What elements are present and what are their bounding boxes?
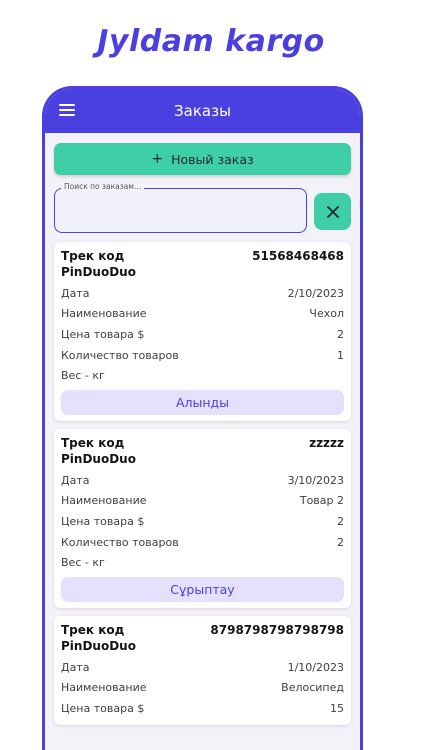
track-code-value: 51568468468 (252, 249, 344, 263)
detail-row: Наименование Товар 2 (61, 491, 344, 512)
search-input[interactable] (55, 189, 306, 232)
platform-name: PinDuoDuo (61, 451, 136, 466)
page-title: Заказы (174, 102, 231, 120)
track-code-label: Трек код (61, 249, 125, 263)
order-details: Дата 2/10/2023 Наименование Чехол Цена товар… (61, 283, 344, 386)
detail-label: Количество товаров (61, 535, 179, 549)
order-status-button[interactable]: Сұрыптау (61, 576, 344, 602)
detail-value: Чехол (309, 307, 344, 321)
promo-title: Jyldam kargo (97, 24, 325, 59)
detail-label: Цена товара $ (61, 514, 145, 528)
main-content: + Новый заказ Поиск по заказам... Трек к… (45, 133, 360, 725)
detail-row: Вес - кг (61, 365, 344, 386)
detail-label: Дата (61, 660, 90, 674)
new-order-label: Новый заказ (171, 151, 254, 167)
track-code-value: zzzzz (309, 435, 344, 450)
detail-row: Дата 1/10/2023 (61, 657, 344, 678)
detail-value: 1/10/2023 (287, 660, 344, 674)
plus-icon: + (151, 151, 164, 167)
orders-list: Трек код 51568468468 PinDuoDuo Дата 2/10/202… (54, 242, 351, 725)
detail-row: Цена товара $ 15 (61, 698, 344, 719)
platform-name: PinDuoDuo (61, 265, 136, 279)
detail-value: 15 (330, 701, 344, 715)
order-status-button[interactable]: Алынды (61, 389, 344, 415)
track-code-label: Трек код (61, 622, 125, 637)
search-label: Поиск по заказам... (61, 182, 145, 191)
detail-label: Наименование (61, 494, 147, 508)
detail-label: Дата (61, 286, 90, 300)
detail-value: 2/10/2023 (287, 286, 344, 300)
detail-label: Дата (61, 473, 90, 487)
new-order-button[interactable]: + Новый заказ (54, 143, 351, 175)
detail-label: Наименование (61, 307, 147, 321)
order-header: Трек код 8798798798798798 (61, 623, 344, 637)
order-card: Трек код 8798798798798798 PinDuoDuo Дата 1/1… (54, 615, 351, 725)
detail-row: Дата 2/10/2023 (61, 283, 344, 304)
detail-row: Вес - кг (61, 552, 344, 573)
search-field: Поиск по заказам... (54, 182, 307, 233)
track-code-value: 8798798798798798 (210, 622, 344, 637)
platform-name: PinDuoDuo (61, 638, 136, 653)
phone-frame: Заказы + Новый заказ Поиск по заказам...… (42, 86, 363, 750)
detail-value: Велосипед (281, 681, 344, 695)
detail-row: Количество товаров 2 (61, 532, 344, 553)
detail-value: 3/10/2023 (287, 473, 344, 487)
search-row: Поиск по заказам... (54, 182, 351, 233)
order-card: Трек код 51568468468 PinDuoDuo Дата 2/10/202… (54, 242, 351, 421)
detail-label: Вес - кг (61, 556, 105, 570)
order-header: Трек код 51568468468 (61, 249, 344, 263)
app-bar: Заказы (45, 89, 360, 133)
detail-row: Количество товаров 1 (61, 345, 344, 366)
detail-value: 2 (337, 514, 344, 528)
detail-label: Цена товара $ (61, 701, 145, 715)
detail-label: Вес - кг (61, 369, 105, 383)
detail-label: Количество товаров (61, 348, 179, 362)
detail-row: Цена товара $ 2 (61, 511, 344, 532)
track-code-label: Трек код (61, 435, 125, 450)
order-details: Дата 3/10/2023 Наименование Товар 2 Цена тов… (61, 470, 344, 573)
order-header: Трек код zzzzz (61, 436, 344, 450)
order-details: Дата 1/10/2023 Наименование Велосипед Цена т… (61, 657, 344, 719)
detail-row: Цена товара $ 2 (61, 324, 344, 345)
detail-value: 2 (337, 535, 344, 549)
menu-icon[interactable] (59, 104, 75, 116)
detail-row: Наименование Чехол (61, 304, 344, 325)
detail-value: 2 (337, 327, 344, 341)
detail-value: 1 (337, 348, 344, 362)
order-card: Трек код zzzzz PinDuoDuo Дата 3/10/2023 Наиме… (54, 428, 351, 608)
detail-value: Товар 2 (299, 494, 344, 508)
detail-row: Наименование Велосипед (61, 678, 344, 699)
close-icon (326, 205, 339, 218)
clear-search-button[interactable] (314, 193, 351, 230)
detail-row: Дата 3/10/2023 (61, 470, 344, 491)
detail-label: Наименование (61, 681, 147, 695)
detail-label: Цена товара $ (61, 327, 145, 341)
